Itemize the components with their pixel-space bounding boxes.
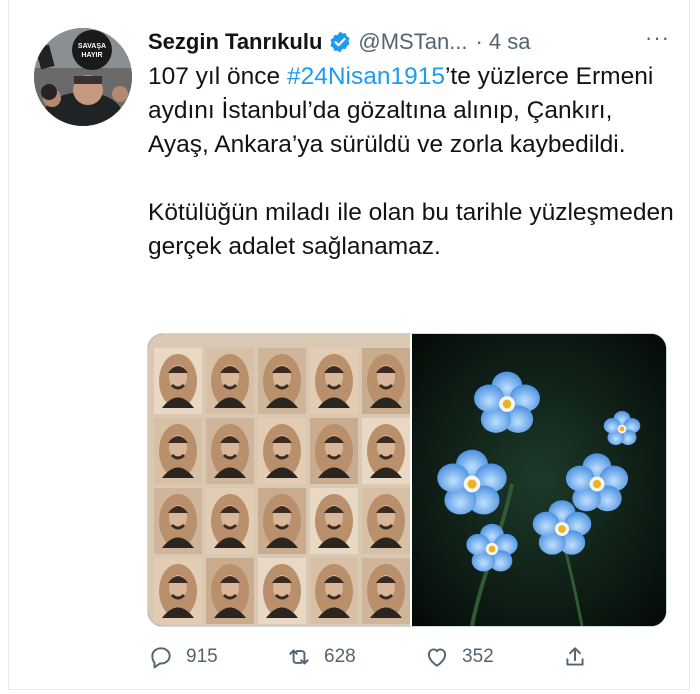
tweet-actions: 915 628 352 [148, 640, 588, 674]
portrait-thumbnail [362, 348, 410, 414]
tweet-paragraph-1: 107 yıl önce #24Nisan1915’te yüzlerce Er… [148, 60, 678, 162]
tweet-header: Sezgin Tanrıkulu @MSTan... · 4 sa ··· [148, 25, 680, 59]
portrait-thumbnail [154, 348, 202, 414]
portrait-thumbnail [258, 348, 306, 414]
reply-icon [151, 647, 171, 669]
portrait-thumbnail [206, 348, 254, 414]
tweet-paragraph-2: Kötülüğün miladı ile olan bu tarihle yüz… [148, 199, 674, 260]
portrait-thumbnail [258, 558, 306, 624]
more-options-icon[interactable]: ··· [645, 25, 670, 51]
reply-count: 915 [186, 646, 218, 667]
avatar[interactable]: SAVAŞA HAYIR [34, 28, 132, 126]
portrait-thumbnail [154, 558, 202, 624]
like-count: 352 [462, 646, 494, 667]
portrait-thumbnail [310, 558, 358, 624]
tweet-time[interactable]: 4 sa [489, 29, 531, 55]
share-icon [566, 647, 584, 666]
portrait-thumbnail [310, 488, 358, 554]
tweet-media[interactable] [147, 333, 667, 627]
tweet-text-start: 107 yıl önce [148, 63, 287, 90]
portrait-thumbnail [154, 418, 202, 484]
author-handle[interactable]: @MSTan... [358, 29, 467, 55]
like-button[interactable]: 352 [424, 644, 494, 670]
forget-me-not-flowers-image[interactable] [410, 334, 666, 626]
author-name[interactable]: Sezgin Tanrıkulu [148, 29, 322, 55]
reply-button[interactable]: 915 [148, 644, 218, 670]
protest-sign [72, 30, 112, 70]
svg-text:HAYIR: HAYIR [81, 52, 102, 59]
portrait-thumbnail [310, 418, 358, 484]
tweet-text: 107 yıl önce #24Nisan1915’te yüzlerce Er… [148, 60, 678, 264]
portrait-thumbnail [154, 488, 202, 554]
separator-dot: · [475, 29, 483, 54]
portrait-thumbnail [362, 418, 410, 484]
portrait-thumbnail [258, 418, 306, 484]
retweet-icon [289, 649, 309, 665]
portrait-thumbnail [362, 488, 410, 554]
portrait-thumbnail [206, 558, 254, 624]
like-icon [427, 648, 447, 667]
hashtag-link[interactable]: #24Nisan1915 [287, 63, 445, 90]
avatar-image: SAVAŞA HAYIR [34, 28, 132, 126]
retweet-count: 628 [324, 646, 356, 667]
svg-text:SAVAŞA: SAVAŞA [78, 43, 106, 50]
portrait-thumbnail [206, 418, 254, 484]
verified-badge-icon [330, 31, 350, 53]
portrait-grid-image[interactable] [148, 334, 410, 626]
share-button[interactable] [562, 644, 588, 670]
portrait-thumbnail [362, 558, 410, 624]
portrait-thumbnail [258, 488, 306, 554]
retweet-button[interactable]: 628 [286, 644, 356, 670]
portrait-thumbnail [310, 348, 358, 414]
portrait-thumbnail [206, 488, 254, 554]
